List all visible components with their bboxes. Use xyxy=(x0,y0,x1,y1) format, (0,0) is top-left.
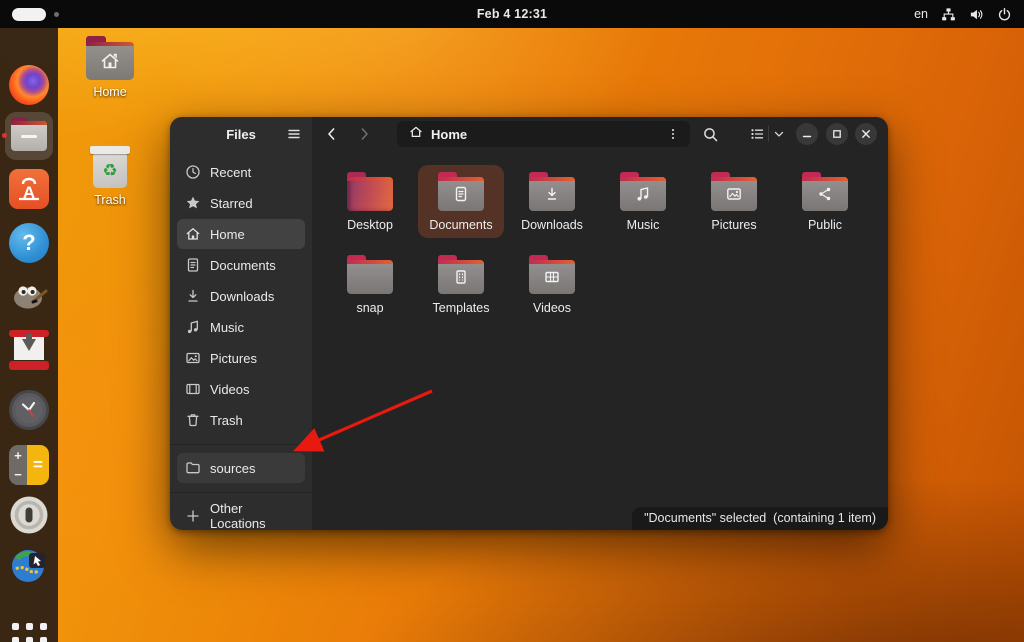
back-button[interactable] xyxy=(321,123,343,145)
clocks-icon[interactable] xyxy=(9,390,49,430)
sidebar-item-videos[interactable]: Videos xyxy=(177,374,305,404)
sidebar-item-trash[interactable]: Trash xyxy=(177,405,305,435)
minimize-button[interactable] xyxy=(796,123,818,145)
home-icon xyxy=(185,226,201,242)
folder-public[interactable]: Public xyxy=(782,165,868,238)
star-icon xyxy=(185,195,201,211)
keyring-icon[interactable] xyxy=(9,495,49,535)
video-emblem-icon xyxy=(529,260,575,294)
toolbar-divider xyxy=(768,126,769,142)
files-window: Files Recent Starred Home Documents xyxy=(170,117,888,530)
gimp-icon[interactable] xyxy=(9,274,49,314)
home-icon xyxy=(409,125,423,144)
trash-can-icon: ♻ xyxy=(89,146,131,188)
desktop-icon-label: Trash xyxy=(82,193,138,207)
files-icon[interactable] xyxy=(11,121,47,151)
sidebar-item-starred[interactable]: Starred xyxy=(177,188,305,218)
video-icon xyxy=(185,381,201,397)
sidebar-item-home[interactable]: Home xyxy=(177,219,305,249)
sidebar-item-other-locations[interactable]: Other Locations xyxy=(177,501,305,530)
template-emblem-icon xyxy=(438,260,484,294)
sidebar: Files Recent Starred Home Documents xyxy=(170,117,312,530)
keyboard-layout-indicator[interactable]: en xyxy=(914,7,928,21)
system-status-area[interactable]: en xyxy=(914,7,1012,22)
recycle-emblem-icon: ♻ xyxy=(102,162,117,179)
folder-music[interactable]: Music xyxy=(600,165,686,238)
picture-emblem-icon xyxy=(711,177,757,211)
picture-icon xyxy=(185,350,201,366)
download-icon xyxy=(185,288,201,304)
wired-network-icon xyxy=(941,7,956,22)
sidebar-item-documents[interactable]: Documents xyxy=(177,250,305,280)
dock: A ? +− = xyxy=(0,28,58,642)
sidebar-item-recent[interactable]: Recent xyxy=(177,157,305,187)
path-bar[interactable]: Home xyxy=(397,121,690,147)
file-grid: Desktop Documents Downloads Music xyxy=(312,151,888,321)
volume-icon xyxy=(969,7,984,22)
folder-snap[interactable]: snap xyxy=(327,248,413,321)
document-emblem-icon xyxy=(438,177,484,211)
plus-icon xyxy=(185,508,201,524)
headerbar: Home xyxy=(312,117,888,151)
sidebar-item-music[interactable]: Music xyxy=(177,312,305,342)
power-icon xyxy=(997,7,1012,22)
trash-icon xyxy=(185,412,201,428)
installer-icon[interactable] xyxy=(9,330,49,370)
folder-documents-selected[interactable]: Documents xyxy=(418,165,504,238)
download-emblem-icon xyxy=(529,177,575,211)
current-location-label: Home xyxy=(431,127,656,142)
window-title: Files xyxy=(226,127,256,142)
app-grid-icon[interactable] xyxy=(9,620,49,642)
folder-templates[interactable]: Templates xyxy=(418,248,504,321)
sidebar-item-downloads[interactable]: Downloads xyxy=(177,281,305,311)
maximize-button[interactable] xyxy=(826,123,848,145)
sidebar-header: Files xyxy=(170,117,312,151)
firefox-icon[interactable] xyxy=(9,65,49,105)
folder-downloads[interactable]: Downloads xyxy=(509,165,595,238)
desktop-icon-label: Home xyxy=(82,85,138,99)
main-pane: Home xyxy=(312,117,888,530)
sidebar-item-pictures[interactable]: Pictures xyxy=(177,343,305,373)
ubuntu-software-icon[interactable]: A xyxy=(9,169,49,209)
top-bar: Feb 4 12:31 en xyxy=(0,0,1024,28)
remote-desktop-icon[interactable] xyxy=(9,545,49,585)
folder-desktop[interactable]: Desktop xyxy=(327,165,413,238)
files-running-indicator xyxy=(2,133,7,138)
workspace-dot xyxy=(54,12,59,17)
document-icon xyxy=(185,257,201,273)
share-emblem-icon xyxy=(802,177,848,211)
active-workspace-pill xyxy=(12,8,46,21)
sidebar-item-sources[interactable]: sources xyxy=(177,453,305,483)
folder-icon xyxy=(185,460,201,476)
music-icon xyxy=(185,319,201,335)
sidebar-separator xyxy=(170,444,312,445)
location-menu-icon[interactable] xyxy=(664,125,682,143)
calculator-icon[interactable]: +− = xyxy=(9,445,49,485)
close-button[interactable] xyxy=(855,123,877,145)
sidebar-list: Recent Starred Home Documents Downloads … xyxy=(170,151,312,436)
desktop-trash-icon[interactable]: ♻ Trash xyxy=(82,146,138,207)
workspace-indicator[interactable] xyxy=(12,8,59,21)
home-folder-icon xyxy=(86,42,134,80)
music-emblem-icon xyxy=(620,177,666,211)
view-options-chevron-icon[interactable] xyxy=(770,123,788,145)
clock[interactable]: Feb 4 12:31 xyxy=(477,7,547,21)
search-button[interactable] xyxy=(699,123,721,145)
folder-pictures[interactable]: Pictures xyxy=(691,165,777,238)
desktop-home-icon[interactable]: Home xyxy=(82,36,138,99)
menu-icon[interactable] xyxy=(286,126,302,142)
help-icon[interactable]: ? xyxy=(9,223,49,263)
folder-videos[interactable]: Videos xyxy=(509,248,595,321)
house-emblem-icon xyxy=(86,42,134,80)
selection-status-bar: "Documents" selected (containing 1 item) xyxy=(632,507,888,530)
forward-button[interactable] xyxy=(353,123,375,145)
list-view-button[interactable] xyxy=(746,123,768,145)
recent-icon xyxy=(185,164,201,180)
sidebar-separator xyxy=(170,492,312,493)
